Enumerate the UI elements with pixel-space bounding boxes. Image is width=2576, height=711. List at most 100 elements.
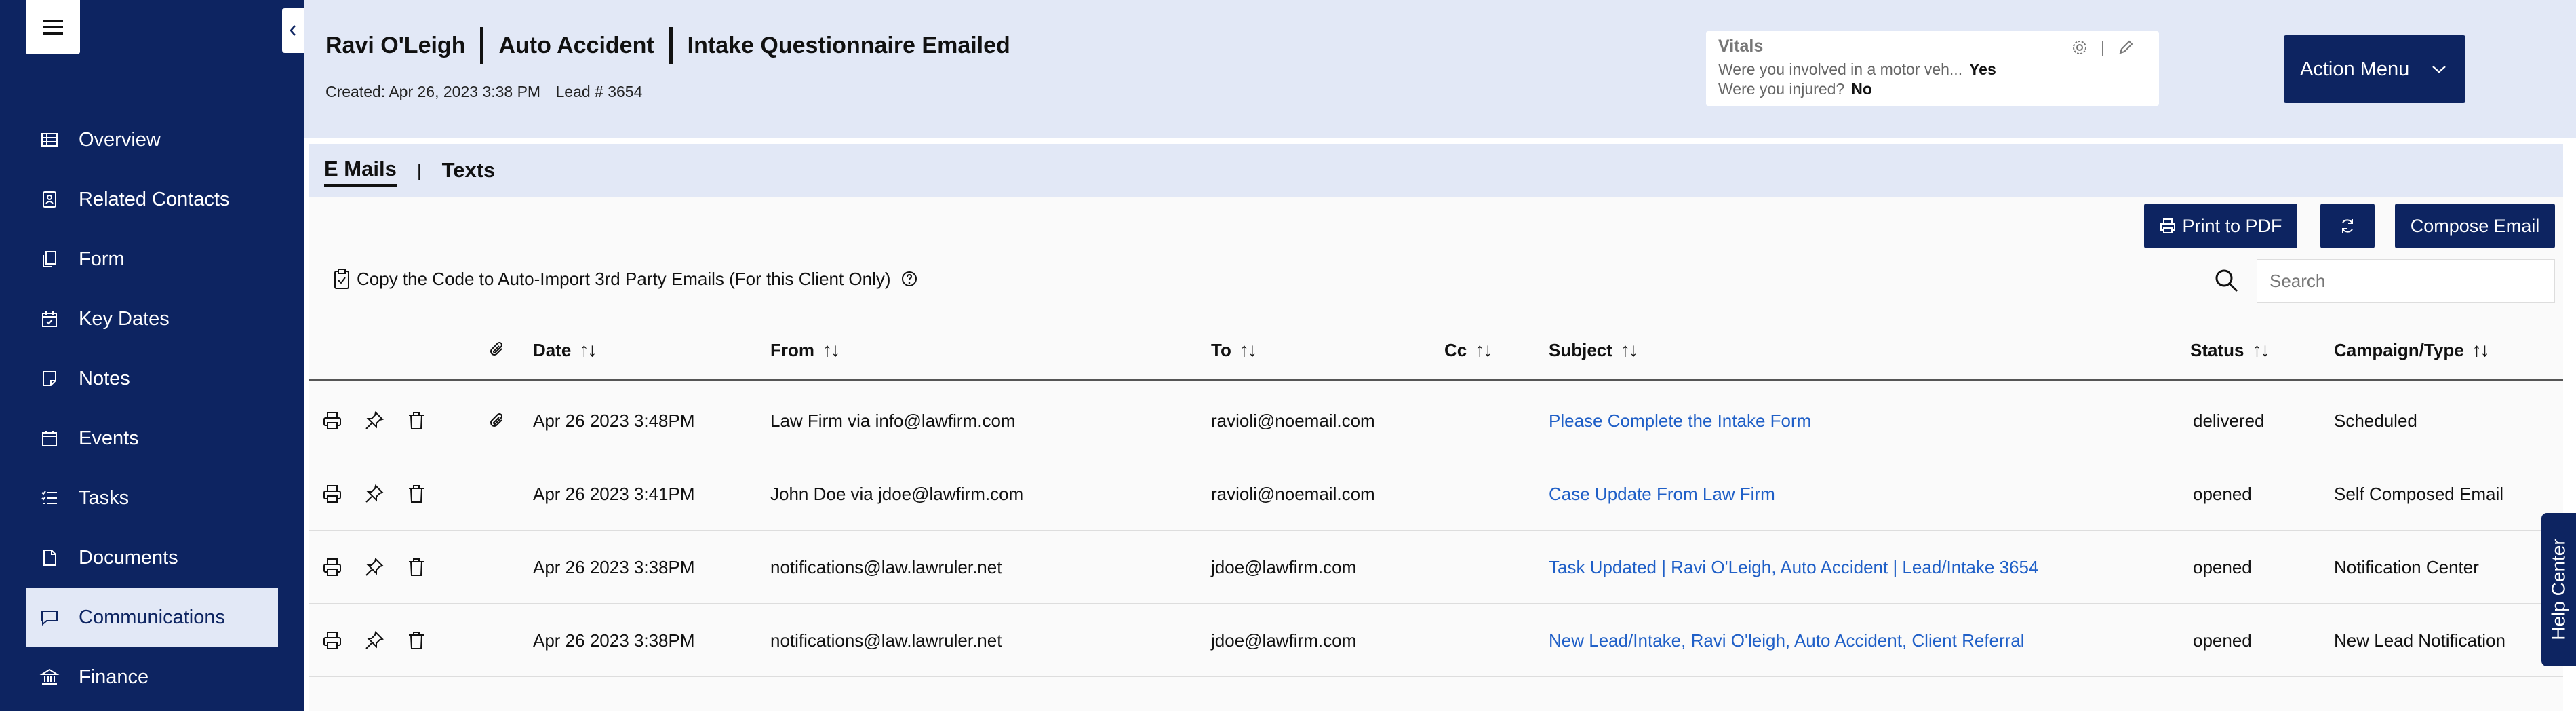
vitals-tools: | (2071, 38, 2135, 56)
paperclip-icon (490, 341, 503, 356)
row-actions (321, 384, 427, 457)
case-type: Auto Accident (498, 32, 654, 58)
vitals-question: Were you involved in a motor veh... (1718, 60, 1963, 78)
column-header-cc[interactable]: Cc ↑↓ (1444, 339, 1492, 361)
help-circle-icon[interactable] (900, 270, 918, 288)
cell-subject-link[interactable]: New Lead/Intake, Ravi O'leigh, Auto Acci… (1549, 604, 2025, 677)
title-divider (669, 27, 673, 64)
sort-icon: ↑↓ (823, 339, 840, 360)
tab-texts[interactable]: Texts (442, 155, 496, 185)
sort-icon: ↑↓ (1620, 339, 1638, 360)
form-copy-icon (39, 249, 60, 269)
lead-number: Lead # 3654 (555, 83, 643, 100)
tab-emails[interactable]: E Mails (324, 154, 397, 187)
table-row[interactable]: Apr 26 2023 3:38PM notifications@law.law… (309, 604, 2563, 677)
sidebar: Overview Related Contacts Form Key Dates… (0, 0, 304, 711)
sidebar-item-label: Key Dates (79, 307, 170, 330)
chevron-left-icon (290, 25, 296, 36)
table-header: Date ↑↓ From ↑↓ To ↑↓ Cc ↑↓ Subject ↑↓ Status… (309, 319, 2563, 381)
case-meta: Created: Apr 26, 2023 3:38 PM Lead # 365… (325, 83, 642, 101)
client-name: Ravi O'Leigh (325, 32, 466, 58)
row-actions (321, 457, 427, 531)
print-label: Print to PDF (2182, 215, 2282, 236)
tab-separator: | (416, 159, 422, 180)
trash-icon[interactable] (405, 630, 427, 651)
gear-icon[interactable] (2071, 39, 2088, 56)
print-to-pdf-button[interactable]: Print to PDF (2144, 204, 2297, 248)
refresh-button[interactable] (2320, 204, 2375, 248)
cell-date: Apr 26 2023 3:48PM (533, 410, 695, 431)
sidebar-item-key-dates[interactable]: Key Dates (26, 289, 278, 349)
sidebar-item-overview[interactable]: Overview (26, 110, 278, 170)
sidebar-nav: Overview Related Contacts Form Key Dates… (26, 110, 278, 707)
sidebar-item-documents[interactable]: Documents (26, 528, 278, 588)
sidebar-item-label: Events (79, 427, 139, 449)
contact-card-icon (39, 189, 60, 210)
sidebar-item-label: Notes (79, 367, 130, 389)
copy-auto-import-code[interactable]: Copy the Code to Auto-Import 3rd Party E… (332, 267, 918, 290)
sort-icon: ↑↓ (1475, 339, 1492, 360)
cell-from: notifications@law.lawruler.net (770, 556, 1002, 577)
cell-status: opened (2193, 556, 2252, 577)
action-menu-button[interactable]: Action Menu (2284, 35, 2465, 103)
pin-icon[interactable] (363, 556, 385, 578)
cell-subject-link[interactable]: Case Update From Law Firm (1549, 457, 1775, 531)
printer-icon[interactable] (321, 630, 343, 651)
case-title: Ravi O'Leigh Auto Accident Intake Questi… (325, 27, 1010, 64)
table-row[interactable]: Apr 26 2023 3:48PM Law Firm via info@law… (309, 384, 2563, 457)
column-label: From (770, 339, 814, 360)
note-icon (39, 368, 60, 389)
printer-icon (2160, 218, 2176, 233)
cell-subject-link[interactable]: Task Updated | Ravi O'Leigh, Auto Accide… (1549, 531, 2038, 604)
cell-date: Apr 26 2023 3:38PM (533, 630, 695, 651)
pin-icon[interactable] (363, 483, 385, 505)
trash-icon[interactable] (405, 483, 427, 505)
action-menu-label: Action Menu (2300, 58, 2410, 80)
pin-icon[interactable] (363, 630, 385, 651)
trash-icon[interactable] (405, 410, 427, 431)
cell-from: notifications@law.lawruler.net (770, 630, 1002, 651)
printer-icon[interactable] (321, 483, 343, 505)
help-center-label: Help Center (2548, 539, 2569, 640)
vitals-panel: Vitals | Were you involved in a motor ve… (1706, 31, 2159, 106)
sidebar-item-form[interactable]: Form (26, 229, 278, 289)
sidebar-item-label: Finance (79, 666, 149, 688)
column-header-to[interactable]: To ↑↓ (1211, 339, 1257, 361)
emails-panel: Print to PDF Compose Email Copy the Code… (309, 197, 2563, 711)
help-center-button[interactable]: Help Center (2541, 513, 2576, 666)
cell-subject-link[interactable]: Please Complete the Intake Form (1549, 384, 1811, 457)
paperclip-icon[interactable] (488, 412, 506, 429)
compose-email-button[interactable]: Compose Email (2395, 204, 2555, 248)
sidebar-item-related-contacts[interactable]: Related Contacts (26, 170, 278, 229)
sidebar-item-events[interactable]: Events (26, 408, 278, 468)
sidebar-item-notes[interactable]: Notes (26, 349, 278, 408)
printer-icon[interactable] (321, 410, 343, 431)
column-header-date[interactable]: Date ↑↓ (533, 339, 597, 361)
pencil-icon[interactable] (2117, 39, 2135, 56)
column-header-from[interactable]: From ↑↓ (770, 339, 840, 361)
communication-tabs: E Mails | Texts (309, 144, 2563, 197)
sort-icon: ↑↓ (2252, 339, 2270, 360)
menu-toggle-button[interactable] (26, 0, 80, 54)
trash-icon[interactable] (405, 556, 427, 578)
column-header-subject[interactable]: Subject ↑↓ (1549, 339, 1638, 361)
printer-icon[interactable] (321, 556, 343, 578)
sidebar-item-communications[interactable]: Communications (26, 588, 278, 647)
title-divider (480, 27, 484, 64)
collapse-sidebar-button[interactable] (282, 8, 304, 53)
cell-from: John Doe via jdoe@lawfirm.com (770, 483, 1024, 504)
cell-to: ravioli@noemail.com (1211, 410, 1375, 431)
document-icon (39, 547, 60, 568)
search-input[interactable] (2257, 259, 2555, 303)
column-header-status[interactable]: Status ↑↓ (2190, 339, 2270, 361)
row-actions (321, 531, 427, 604)
sidebar-item-label: Form (79, 248, 125, 270)
sidebar-item-finance[interactable]: Finance (26, 647, 278, 707)
column-header-campaign[interactable]: Campaign/Type ↑↓ (2334, 339, 2490, 361)
sidebar-item-label: Documents (79, 546, 178, 569)
pin-icon[interactable] (363, 410, 385, 431)
table-row[interactable]: Apr 26 2023 3:41PM John Doe via jdoe@law… (309, 457, 2563, 531)
table-row[interactable]: Apr 26 2023 3:38PM notifications@law.law… (309, 531, 2563, 604)
sidebar-item-tasks[interactable]: Tasks (26, 468, 278, 528)
refresh-icon (2342, 219, 2353, 233)
